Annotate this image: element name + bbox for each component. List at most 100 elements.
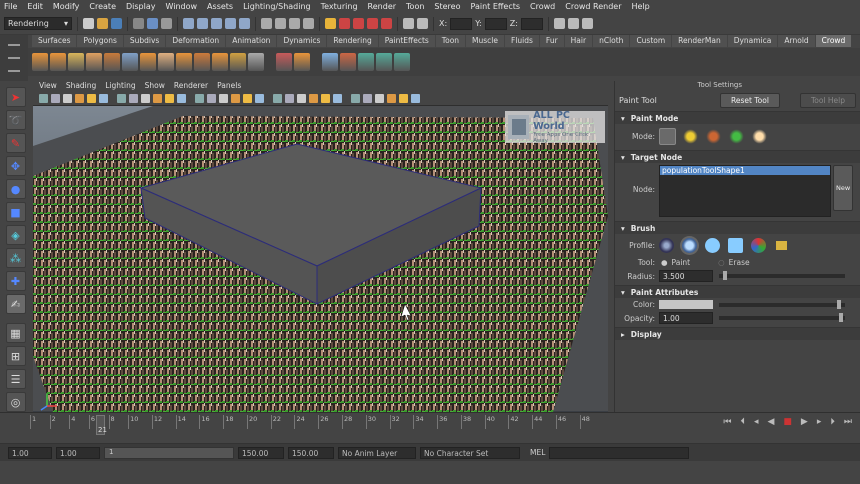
- playback-start-field[interactable]: 1.00: [56, 446, 100, 459]
- color-swatch[interactable]: [659, 300, 713, 309]
- shelf-crowd-tool-7-icon[interactable]: [140, 53, 156, 71]
- viewport-tool-13-icon[interactable]: [195, 94, 204, 103]
- shelf-tab-muscle[interactable]: Muscle: [466, 35, 505, 47]
- snap-curve-icon[interactable]: [197, 18, 208, 29]
- shelf-tab-rendering[interactable]: Rendering: [327, 35, 378, 47]
- menu-crowd-render[interactable]: Crowd Render: [565, 2, 621, 11]
- step-forward-frame-icon[interactable]: ▸: [817, 417, 822, 427]
- menu-stereo[interactable]: Stereo: [434, 2, 460, 11]
- viewport-tool-7-icon[interactable]: [117, 94, 126, 103]
- viewport-tool-23-icon[interactable]: [321, 94, 330, 103]
- show-tool-settings-icon[interactable]: [567, 18, 579, 29]
- range-slider[interactable]: 1: [104, 446, 234, 459]
- shelf-tab-fluids[interactable]: Fluids: [505, 35, 539, 47]
- shelf-tab-arnold[interactable]: Arnold: [778, 35, 815, 47]
- shelf-tab-polygons[interactable]: Polygons: [77, 35, 123, 47]
- select-object-icon[interactable]: [147, 18, 158, 29]
- end-time-field[interactable]: 150.00: [288, 446, 334, 459]
- new-node-button[interactable]: New: [833, 165, 854, 211]
- viewport-tool-27-icon[interactable]: [375, 94, 384, 103]
- shelf-tab-fur[interactable]: Fur: [539, 35, 564, 47]
- viewport-tool-20-icon[interactable]: [285, 94, 294, 103]
- play-forward-icon[interactable]: ▶: [801, 417, 808, 427]
- radius-field[interactable]: 3.500: [659, 270, 713, 282]
- play-backward-icon[interactable]: ◀: [767, 417, 774, 427]
- node-list[interactable]: populationToolShape1: [659, 165, 831, 217]
- shelf-crowd-tool-20-icon[interactable]: [394, 53, 410, 71]
- paint-tool-icon[interactable]: ✍: [5, 294, 26, 314]
- render-icon[interactable]: [339, 18, 350, 29]
- save-scene-icon[interactable]: [111, 18, 122, 29]
- step-back-frame-icon[interactable]: ◂: [754, 417, 759, 427]
- select-component-icon[interactable]: [161, 18, 172, 29]
- node-list-item[interactable]: populationToolShape1: [660, 166, 830, 175]
- shelf-tab-animation[interactable]: Animation: [226, 35, 277, 47]
- layout-outliner-icon[interactable]: ☰: [5, 369, 26, 389]
- tool-help-button[interactable]: Tool Help: [799, 92, 856, 108]
- menu-lighting-shading[interactable]: Lighting/Shading: [243, 2, 311, 11]
- history-icon[interactable]: [261, 18, 272, 29]
- shelf-crowd-tool-5-icon[interactable]: [104, 53, 120, 71]
- shelf-crowd-tool-2-icon[interactable]: [50, 53, 66, 71]
- display-section[interactable]: ▸ Display: [615, 327, 860, 340]
- shelf-tab-crowd[interactable]: Crowd: [815, 35, 852, 47]
- open-scene-icon[interactable]: [97, 18, 108, 29]
- viewport-tool-30-icon[interactable]: [411, 94, 420, 103]
- shelf-crowd-tool-10-icon[interactable]: [194, 53, 210, 71]
- menu-create[interactable]: Create: [89, 2, 116, 11]
- ipr-render-icon[interactable]: [353, 18, 364, 29]
- viewport-tool-18-icon[interactable]: [255, 94, 264, 103]
- mode-density-icon[interactable]: [705, 127, 722, 145]
- brush-section[interactable]: ▾ Brush: [615, 221, 860, 234]
- lasso-tool-icon[interactable]: ➰: [5, 110, 26, 130]
- time-slider[interactable]: 1 2 4 6 8 10 12 14 16 18 20 22 24 26 28 30 32 34 36 38 40 42 4…: [0, 412, 860, 443]
- menu-render[interactable]: Render: [368, 2, 396, 11]
- reset-tool-button[interactable]: Reset Tool: [720, 92, 780, 108]
- viewport-tool-21-icon[interactable]: [297, 94, 306, 103]
- mode-orient-icon[interactable]: [728, 127, 745, 145]
- shelf-crowd-tool-18-icon[interactable]: [358, 53, 374, 71]
- shelf-crowd-tool-3-icon[interactable]: [68, 53, 84, 71]
- opacity-slider[interactable]: [719, 313, 845, 322]
- start-time-field[interactable]: 1.00: [8, 446, 52, 459]
- light-icon[interactable]: [325, 18, 336, 29]
- shelf-menu[interactable]: [0, 35, 28, 81]
- menu-paint-effects[interactable]: Paint Effects: [471, 2, 521, 11]
- shelf-crowd-tool-8-icon[interactable]: [158, 53, 174, 71]
- paint-select-tool-icon[interactable]: ✎: [5, 133, 26, 153]
- show-manipulator-tool-icon[interactable]: ✚: [5, 271, 26, 291]
- coord-z-field[interactable]: [520, 17, 543, 30]
- shelf-crowd-tool-15-icon[interactable]: [294, 53, 310, 71]
- shelf-tab-painteffects[interactable]: PaintEffects: [378, 35, 435, 47]
- viewport-menu-shading[interactable]: Shading: [66, 81, 96, 92]
- viewport-tool-4-icon[interactable]: [75, 94, 84, 103]
- menu-edit[interactable]: Edit: [27, 2, 43, 11]
- viewport-menu-show[interactable]: Show: [145, 81, 165, 92]
- viewport-tool-10-icon[interactable]: [153, 94, 162, 103]
- go-to-start-icon[interactable]: ⏮: [723, 417, 731, 427]
- menu-modify[interactable]: Modify: [53, 2, 80, 11]
- snap-surface-icon[interactable]: [239, 18, 250, 29]
- color-slider[interactable]: [719, 299, 845, 309]
- rotate-tool-icon[interactable]: ●: [5, 179, 26, 199]
- hypershade-icon[interactable]: [381, 18, 392, 29]
- viewport-tool-17-icon[interactable]: [243, 94, 252, 103]
- menu-assets[interactable]: Assets: [207, 2, 233, 11]
- viewport-tool-15-icon[interactable]: [219, 94, 228, 103]
- viewport-scene[interactable]: ALL PC World Free Apps One Click Away: [33, 106, 608, 412]
- browse-folder-icon[interactable]: [776, 240, 787, 250]
- layout-four-icon[interactable]: ⊞: [5, 346, 26, 366]
- viewport-tool-5-icon[interactable]: [87, 94, 96, 103]
- viewport-tool-24-icon[interactable]: [333, 94, 342, 103]
- construction-history-icon[interactable]: [275, 18, 286, 29]
- shelf-crowd-tool-1-icon[interactable]: [32, 53, 48, 71]
- shelf-tab-ncloth[interactable]: nCloth: [593, 35, 630, 47]
- shelf-crowd-tool-4-icon[interactable]: [86, 53, 102, 71]
- scale-tool-icon[interactable]: ■: [5, 202, 26, 222]
- menu-file[interactable]: File: [4, 2, 17, 11]
- snap-grid-icon[interactable]: [183, 18, 194, 29]
- menu-toon[interactable]: Toon: [406, 2, 424, 11]
- soft-mod-tool-icon[interactable]: ⁂: [5, 248, 26, 268]
- layout-persp-icon[interactable]: ◎: [5, 392, 26, 412]
- viewport-menu-lighting[interactable]: Lighting: [105, 81, 135, 92]
